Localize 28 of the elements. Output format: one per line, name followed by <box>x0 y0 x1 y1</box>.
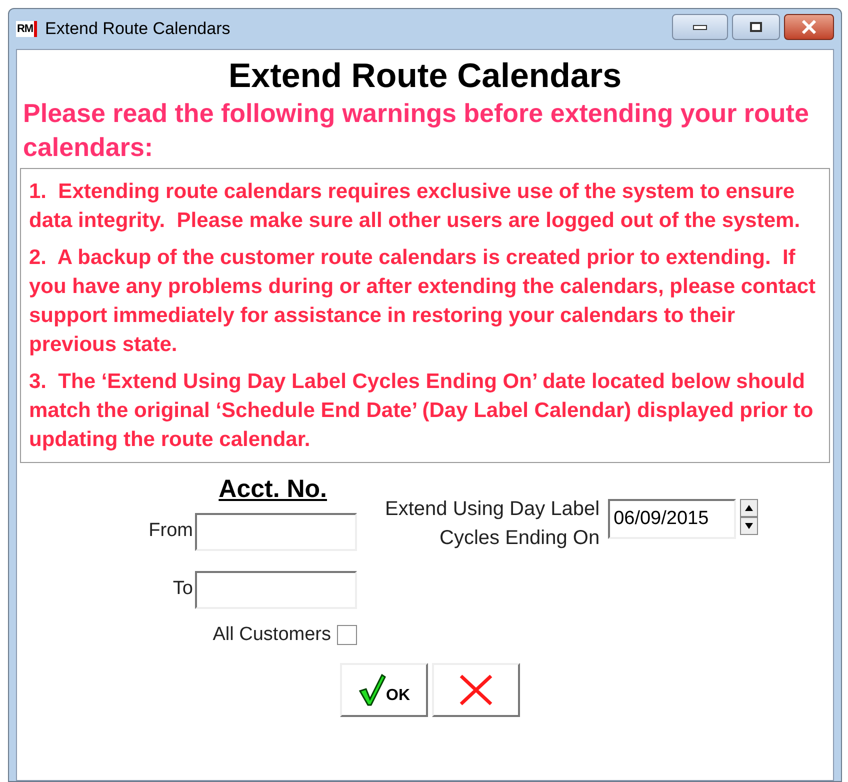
close-button[interactable] <box>784 14 834 40</box>
dialog-heading: Extend Route Calendars <box>228 56 622 96</box>
to-label: To <box>172 577 193 602</box>
date-spinner[interactable] <box>740 499 758 535</box>
ok-button[interactable]: OK <box>340 663 428 717</box>
maximize-button[interactable] <box>732 14 780 40</box>
to-field[interactable] <box>195 570 357 608</box>
window-title: Extend Route Calendars <box>45 18 230 40</box>
restore-icon <box>750 22 762 32</box>
app-logo: RM <box>16 20 38 38</box>
checkmark-icon <box>358 673 386 707</box>
date-label: Extend Using Day Label <box>385 497 600 522</box>
minimize-button[interactable] <box>672 14 728 40</box>
warning-intro: Please read the following warnings before extending your route calendars: <box>22 97 810 164</box>
minimize-icon <box>693 24 707 30</box>
cancel-icon <box>458 673 494 707</box>
warning-text: 2. A backup of the customer route calendars is created prior to extending. If you have any problems during or after extending the calendars, please contact support immediately for assistance in restoring your calendars to their previous state. <box>29 245 817 358</box>
acct-heading: Acct. No. <box>218 474 327 505</box>
all-customers-label: All Customers <box>212 622 331 646</box>
from-field[interactable] <box>195 512 357 550</box>
warning-text: 1. Extending route calendars requires exclusive use of the system to ensure data integrity. Please make sure all other users are logged out of the system. <box>29 179 802 234</box>
date-label: Cycles Ending On <box>440 526 600 551</box>
cancel-button[interactable] <box>432 663 520 717</box>
all-customers-checkbox[interactable] <box>337 624 357 645</box>
warning-text: 3. The ‘Extend Using Day Label Cycles Ending On’ date located below should match the original ‘Schedule End Date’ (Day Label Calendar) displayed prior to updating the route calendar. <box>29 369 814 453</box>
close-icon <box>801 20 817 34</box>
date-field[interactable]: 06/09/2015 <box>608 499 736 539</box>
from-label: From <box>148 519 193 544</box>
